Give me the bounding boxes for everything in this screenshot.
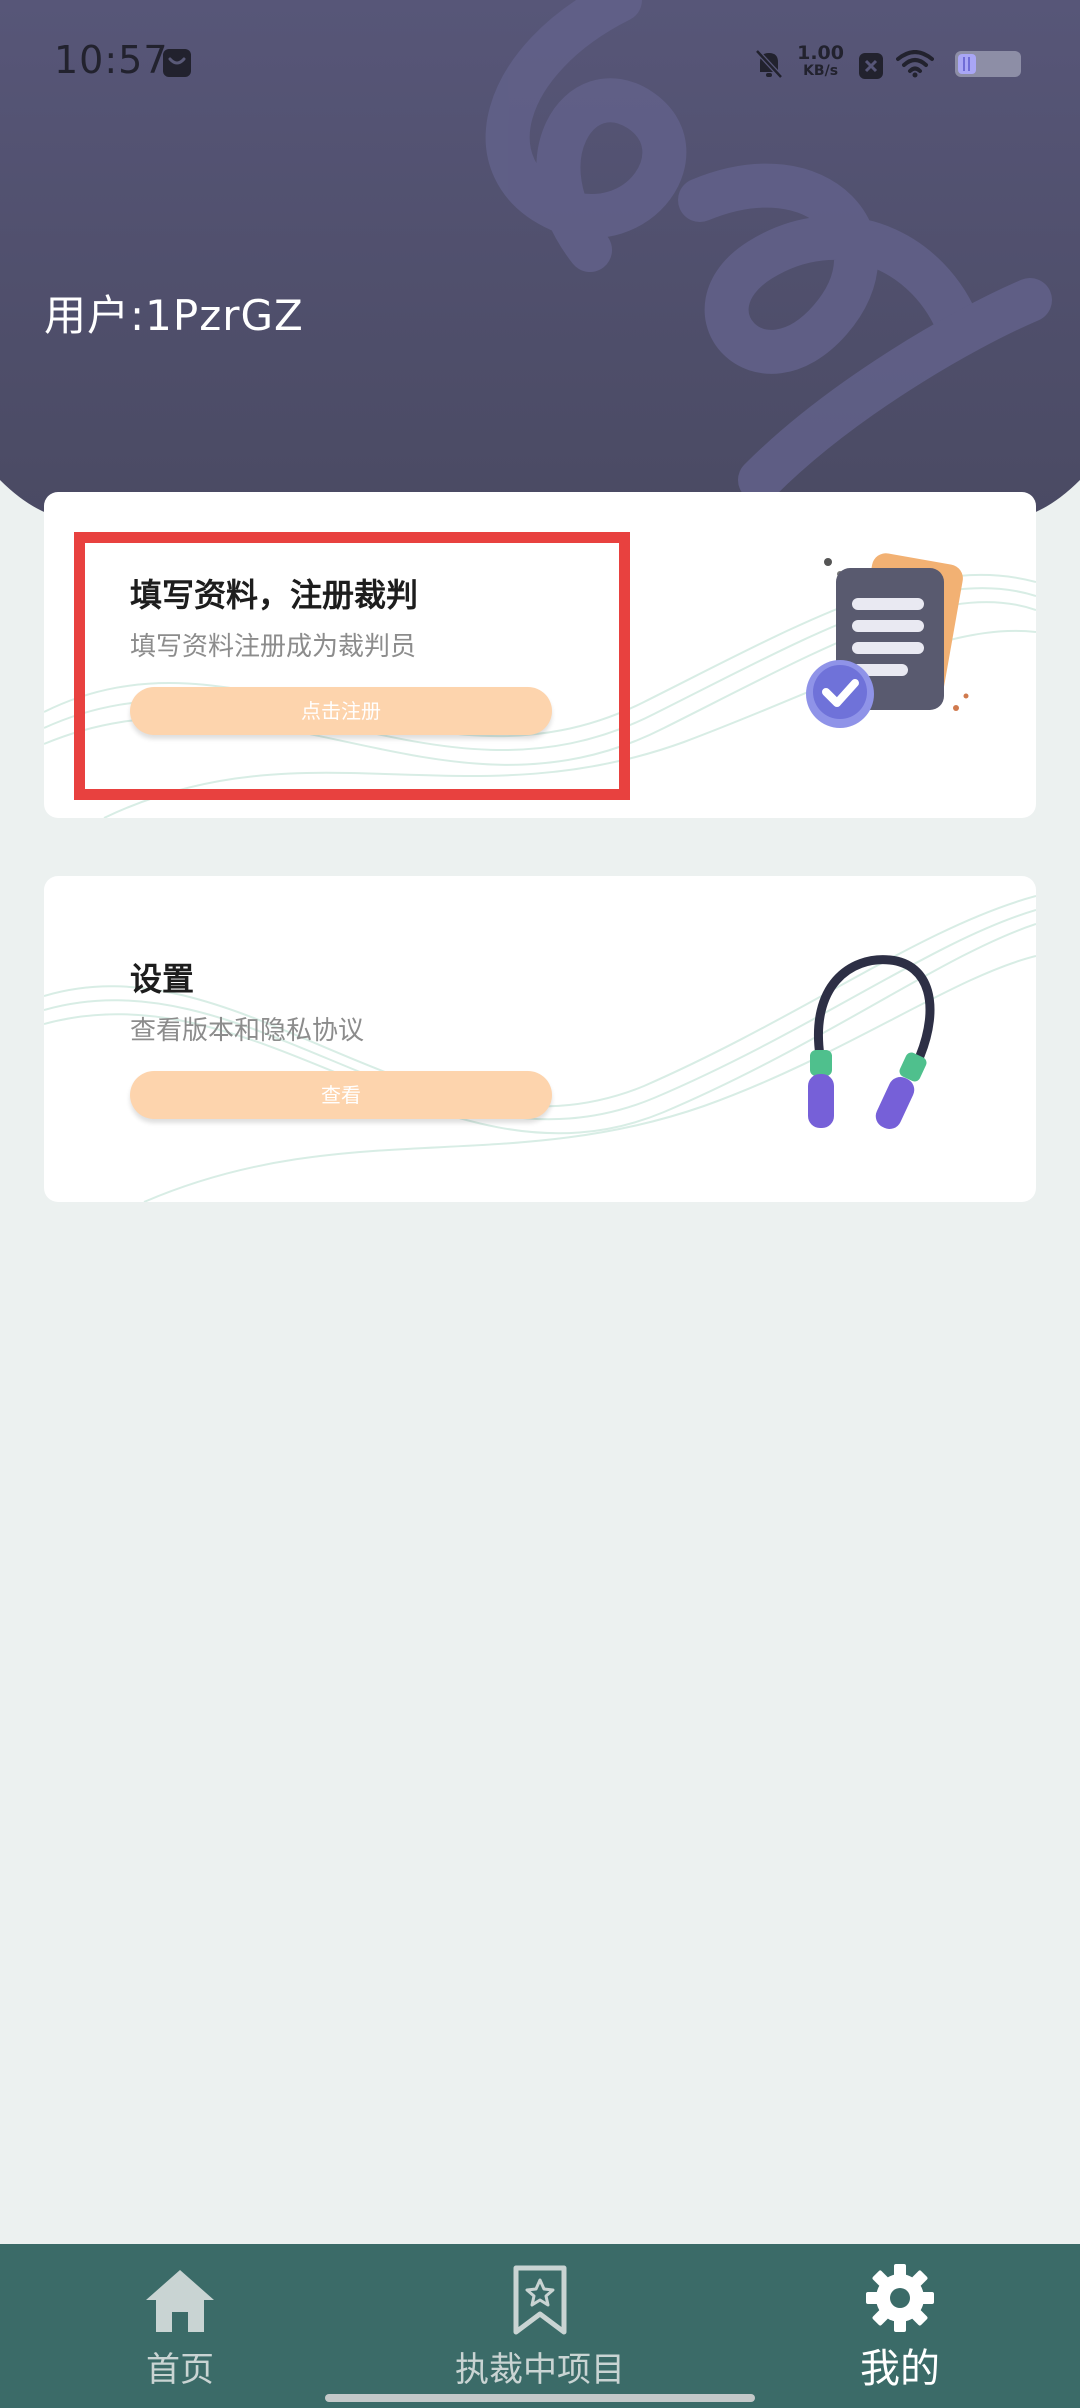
register-button[interactable]: 点击注册: [130, 687, 552, 735]
profile-header: 10:57 1.00 KB/s 用户:1PzrGZ: [0, 0, 1080, 520]
bottom-navigation: 首页 执裁中项目 我的: [0, 2244, 1080, 2408]
app-notification-icon: [163, 49, 191, 77]
card-title: 设置: [130, 960, 195, 998]
user-title: 用户:1PzrGZ: [44, 291, 304, 340]
card-subtitle: 填写资料注册成为裁判员: [130, 632, 417, 662]
mute-bell-icon: [755, 49, 783, 79]
status-time: 10:57: [54, 38, 169, 82]
document-check-icon: [806, 553, 969, 728]
nav-item-home[interactable]: 首页: [120, 2244, 240, 2408]
jump-rope-icon: [808, 955, 935, 1130]
register-referee-card[interactable]: 填写资料，注册裁判 填写资料注册成为裁判员 点击注册: [44, 492, 1036, 818]
nav-label: 执裁中项目: [455, 2350, 625, 2390]
card-title: 填写资料，注册裁判: [130, 576, 419, 614]
wifi-icon: [896, 50, 934, 78]
nav-label: 首页: [146, 2350, 214, 2390]
battery-icon: [955, 51, 1021, 77]
close-box-icon: [859, 53, 883, 79]
nav-item-mine[interactable]: 我的: [840, 2244, 960, 2408]
speed-value: 1.00: [797, 42, 844, 64]
gear-icon: [866, 2264, 934, 2332]
status-bar: 10:57 1.00 KB/s: [0, 0, 1080, 130]
network-speed: 1.00 KB/s: [797, 44, 844, 80]
card-subtitle: 查看版本和隐私协议: [130, 1016, 365, 1046]
home-indicator: [325, 2394, 755, 2402]
nav-label: 我的: [860, 2346, 940, 2392]
nav-item-projects[interactable]: 执裁中项目: [430, 2244, 650, 2408]
home-icon: [146, 2270, 214, 2332]
speed-unit: KB/s: [803, 63, 839, 79]
settings-card[interactable]: 设置 查看版本和隐私协议 查看: [44, 876, 1036, 1202]
view-button[interactable]: 查看: [130, 1071, 552, 1119]
bookmark-star-icon: [513, 2265, 567, 2335]
